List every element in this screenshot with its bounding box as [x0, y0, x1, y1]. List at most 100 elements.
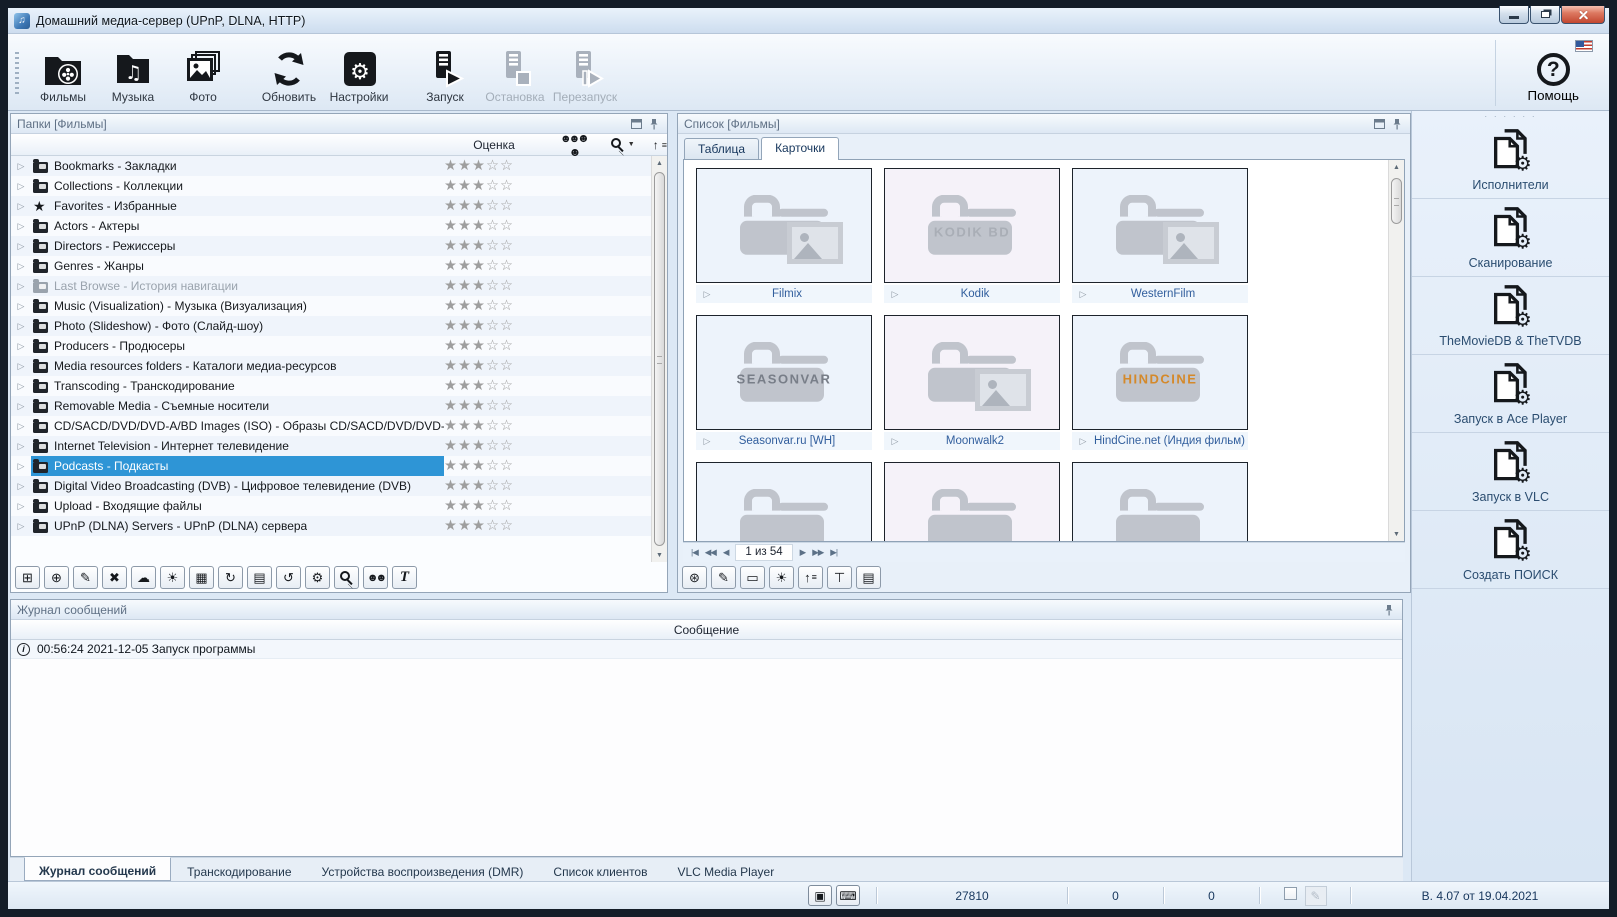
message-column-header[interactable]: Сообщение — [11, 620, 1402, 640]
rating-stars[interactable]: ★★★☆☆ — [444, 158, 540, 174]
edit-folder-button[interactable]: ✎ — [73, 566, 98, 589]
bottom-tab[interactable]: Список клиентов — [539, 858, 661, 881]
sidebar-action-button[interactable]: ⚙ Сканирование — [1412, 199, 1609, 277]
media-folder-card[interactable]: ▷ — [884, 462, 1060, 541]
rating-stars[interactable]: ★★★☆☆ — [444, 338, 540, 354]
expand-arrow-icon[interactable]: ▷ — [11, 521, 31, 532]
rating-stars[interactable]: ★★★☆☆ — [444, 178, 540, 194]
scroll-up-icon[interactable]: ▲ — [1393, 160, 1400, 174]
expand-arrow-icon[interactable]: ▷ — [11, 181, 31, 192]
media-folder-card[interactable]: HINDCINE ▷ HindCine.net (Индия фильм) — [1072, 315, 1248, 450]
bottom-tab[interactable]: Транскодирование — [173, 858, 305, 881]
tree-row[interactable]: ▷ Last Browse - История навигации ★★★☆☆ — [11, 276, 651, 296]
tree-row[interactable]: ▷ Collections - Коллекции ★★★☆☆ — [11, 176, 651, 196]
monitor-view-button[interactable]: ▭ — [740, 566, 765, 589]
bottom-tab[interactable]: VLC Media Player — [663, 858, 788, 881]
media-folder-card[interactable]: ▷ — [1072, 462, 1248, 541]
expand-arrow-icon[interactable]: ▷ — [11, 281, 31, 292]
sidebar-action-button[interactable]: ⚙ Запуск в Ace Player — [1412, 355, 1609, 433]
restore-button[interactable] — [1530, 6, 1560, 24]
expand-arrow-icon[interactable]: ▷ — [11, 161, 31, 172]
stop-server-button[interactable]: Остановка — [480, 47, 550, 106]
expand-arrow-icon[interactable]: ▷ — [11, 261, 31, 272]
keyboard-button[interactable]: ⌨ — [836, 885, 860, 906]
list-tab[interactable]: Таблица — [684, 138, 759, 160]
expand-arrow-icon[interactable]: ▷ — [696, 436, 718, 447]
next-page-icon[interactable]: ▶ — [800, 547, 806, 558]
expand-arrow-icon[interactable]: ▷ — [11, 401, 31, 412]
rating-stars[interactable]: ★★★☆☆ — [444, 258, 540, 274]
prev-page-icon[interactable]: ◀ — [723, 547, 729, 558]
tree-row[interactable]: ▷ UPnP (DLNA) Servers - UPnP (DLNA) серв… — [11, 516, 651, 536]
tree-row[interactable]: ▷ Genres - Жанры ★★★☆☆ — [11, 256, 651, 276]
panel-maximize-icon[interactable] — [629, 118, 643, 130]
prev-block-icon[interactable]: ◀◀ — [705, 547, 716, 558]
expand-arrow-icon[interactable]: ▷ — [11, 361, 31, 372]
tree-row[interactable]: ▷ Photo (Slideshow) - Фото (Слайд-шоу) ★… — [11, 316, 651, 336]
rating-stars[interactable]: ★★★☆☆ — [444, 358, 540, 374]
tree-row[interactable]: ▷ Bookmarks - Закладки ★★★☆☆ — [11, 156, 651, 176]
folder-cloud-button[interactable]: ☁ — [131, 566, 156, 589]
panel-pin-icon[interactable] — [1390, 118, 1404, 130]
bottom-tab[interactable]: Журнал сообщений — [24, 857, 171, 881]
dither-pattern-button[interactable]: ▦ — [189, 566, 214, 589]
rating-column-header[interactable]: Оценка — [444, 138, 544, 152]
add-media-resource-button[interactable]: ⊞ — [15, 566, 40, 589]
media-folder-card[interactable]: SEASONVAR ▷ Seasonvar.ru [WH] — [696, 315, 872, 450]
column-width-button[interactable]: ⊤ — [827, 566, 852, 589]
rating-stars[interactable]: ★★★☆☆ — [444, 498, 540, 514]
scrollbar-thumb[interactable] — [1391, 178, 1402, 224]
sidebar-grip[interactable]: · · · · · · — [1412, 111, 1609, 121]
save-list-button[interactable]: ▤ — [856, 566, 881, 589]
save-button[interactable]: ▤ — [247, 566, 272, 589]
media-folder-card[interactable]: ▷ Filmix — [696, 168, 872, 303]
tree-row[interactable]: ▷ Removable Media - Съемные носители ★★★… — [11, 396, 651, 416]
rating-stars[interactable]: ★★★☆☆ — [444, 458, 540, 474]
settings-small-button[interactable]: ⚙ — [305, 566, 330, 589]
media-folder-card[interactable]: ▷ WesternFilm — [1072, 168, 1248, 303]
photo-button[interactable]: Фото — [168, 47, 238, 106]
status-checkbox[interactable] — [1284, 887, 1297, 900]
expand-arrow-icon[interactable]: ▷ — [11, 241, 31, 252]
rating-stars[interactable]: ★★★☆☆ — [444, 278, 540, 294]
sidebar-action-button[interactable]: ⚙ Исполнители — [1412, 121, 1609, 199]
rating-stars[interactable]: ★★★☆☆ — [444, 478, 540, 494]
tree-row[interactable]: ▷ Internet Television - Интернет телевид… — [11, 436, 651, 456]
expand-arrow-icon[interactable]: ▷ — [11, 461, 31, 472]
scroll-down-icon[interactable]: ▼ — [1393, 527, 1400, 541]
expand-arrow-icon[interactable]: ▷ — [11, 301, 31, 312]
sidebar-action-button[interactable]: ⚙ TheMovieDB & TheTVDB — [1412, 277, 1609, 355]
help-button[interactable]: Помощь — [1522, 52, 1585, 104]
rating-stars[interactable]: ★★★☆☆ — [444, 218, 540, 234]
delete-folder-button[interactable]: ✖ — [102, 566, 127, 589]
brightness-button[interactable]: ☀ — [769, 566, 794, 589]
media-folder-card[interactable]: ▷ Moonwalk2 — [884, 315, 1060, 450]
tree-row[interactable]: ▷ Producers - Продюсеры ★★★☆☆ — [11, 336, 651, 356]
sort-icon[interactable]: ↑≡ — [653, 138, 667, 152]
settings-button[interactable]: ⚙ Настройки — [324, 47, 394, 106]
expand-arrow-icon[interactable]: ▷ — [11, 501, 31, 512]
close-button[interactable] — [1561, 6, 1605, 24]
expand-arrow-icon[interactable]: ▷ — [11, 321, 31, 332]
edit-card-button[interactable]: ✎ — [711, 566, 736, 589]
tree-row[interactable]: ▷ Actors - Актеры ★★★☆☆ — [11, 216, 651, 236]
panel-pin-icon[interactable] — [1382, 604, 1396, 616]
users-filter-icon[interactable]: ☻☻ — [558, 131, 592, 159]
expand-arrow-icon[interactable]: ▷ — [11, 481, 31, 492]
scroll-up-icon[interactable]: ▲ — [656, 156, 663, 170]
rating-stars[interactable]: ★★★☆☆ — [444, 418, 540, 434]
key-filter-icon[interactable]: ▼ — [610, 137, 635, 152]
rating-stars[interactable]: ★★★☆☆ — [444, 238, 540, 254]
sort-cards-button[interactable]: ↑ — [798, 566, 823, 589]
rating-stars[interactable]: ★★★☆☆ — [444, 438, 540, 454]
expand-arrow-icon[interactable]: ▷ — [11, 421, 31, 432]
panel-pin-icon[interactable] — [647, 118, 661, 130]
panel-maximize-icon[interactable] — [1372, 118, 1386, 130]
expand-arrow-icon[interactable]: ▷ — [11, 441, 31, 452]
media-folder-card[interactable]: ▷ — [696, 462, 872, 541]
rating-stars[interactable]: ★★★☆☆ — [444, 518, 540, 534]
font-button[interactable] — [392, 566, 417, 589]
list-tab[interactable]: Карточки — [761, 137, 839, 160]
sidebar-action-button[interactable]: ⚙ Создать ПОИСК — [1412, 511, 1609, 589]
tree-row[interactable]: ▷ Digital Video Broadcasting (DVB) - Циф… — [11, 476, 651, 496]
